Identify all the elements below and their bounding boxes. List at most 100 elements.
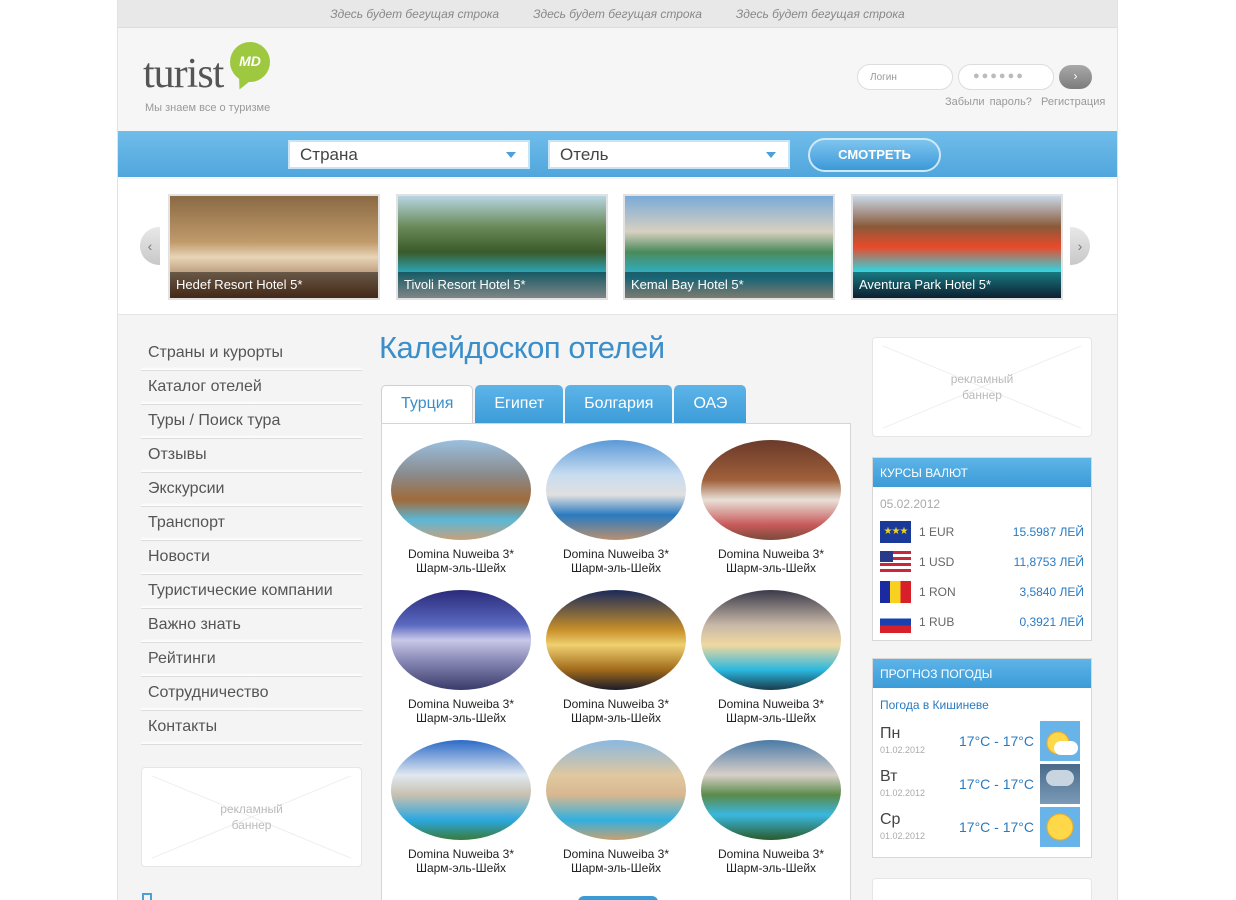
forgot-password-link[interactable]: Забыли пароль? [945, 96, 1032, 108]
slide[interactable]: Hedef Resort Hotel 5* [168, 194, 380, 300]
weather-widget: Прогноз погоды Погода в Кишиневе Пн 01.0… [872, 658, 1092, 858]
hotel-photo [546, 740, 686, 840]
currency-row: 1 RUB 0,3921 ЛЕЙ [880, 611, 1084, 633]
weather-row: Ср 01.02.2012 17°C - 17°C [880, 807, 1084, 849]
ticker-item[interactable]: Здесь будет бегущая строка [330, 7, 499, 21]
currency-widget: Курсы валют 05.02.2012 ★★★ 1 EUR 15.5987… [872, 457, 1092, 641]
tab-uae[interactable]: ОАЭ [674, 385, 747, 424]
sidebar-item-contacts[interactable]: Контакты [141, 711, 362, 745]
ru-flag-icon [880, 611, 911, 633]
hotel-name: Domina Nuweiba 3* [562, 697, 670, 711]
hotel-photo [391, 590, 531, 690]
tab-egypt[interactable]: Египет [475, 385, 564, 424]
hotel-card[interactable]: Domina Nuweiba 3* Шарм-эль-Шейх [391, 590, 531, 725]
hotel-card[interactable]: Domina Nuweiba 3* Шарм-эль-Шейх [701, 740, 841, 875]
weather-row: Вт 01.02.2012 17°C - 17°C [880, 764, 1084, 806]
hotel-photo [391, 440, 531, 540]
hotel-city: Шарм-эль-Шейх [725, 711, 817, 725]
page-title: Калейдоскоп отелей [379, 330, 665, 365]
weather-date: 01.02.2012 [880, 745, 926, 755]
hotel-card[interactable]: Domina Nuweiba 3* Шарм-эль-Шейх [546, 590, 686, 725]
slider-next-button[interactable]: › [1070, 227, 1090, 265]
hotel-select[interactable]: Отель [548, 140, 790, 169]
auth-links: Забыли пароль? Регистрация [941, 96, 1105, 108]
sidebar-item-cooperation[interactable]: Сотрудничество [141, 677, 362, 711]
slider-prev-button[interactable]: ‹ [140, 227, 160, 265]
tab-turkey[interactable]: Турция [381, 385, 474, 424]
currency-row: 1 RON 3,5840 ЛЕЙ [880, 581, 1084, 603]
hotel-select-value: Отель [560, 145, 609, 164]
sidebar-item-important[interactable]: Важно знать [141, 609, 362, 643]
weather-row: Пн 01.02.2012 17°C - 17°C [880, 721, 1084, 763]
currency-code: 1 RON [919, 585, 956, 599]
country-select[interactable]: Страна [288, 140, 530, 169]
currency-date: 05.02.2012 [880, 497, 941, 511]
weather-city-link[interactable]: Погода в Кишиневе [873, 688, 1091, 712]
show-button[interactable]: СМОТРЕТЬ [808, 138, 941, 172]
slide[interactable]: Kemal Bay Hotel 5* [623, 194, 835, 300]
weather-day: Пн [880, 725, 901, 742]
tab-bulgaria[interactable]: Болгария [565, 385, 673, 424]
ticker-item[interactable]: Здесь будет бегущая строка [533, 7, 702, 21]
sidebar-item-tours[interactable]: Туры / Поиск тура [141, 405, 362, 439]
sidebar-item-ratings[interactable]: Рейтинги [141, 643, 362, 677]
hotel-name: Domina Nuweiba 3* [562, 547, 670, 561]
slide-caption: Kemal Bay Hotel 5* [625, 272, 833, 298]
hotel-photo [701, 440, 841, 540]
hotel-photo [391, 740, 531, 840]
sidebar-item-companies[interactable]: Туристические компании [141, 575, 362, 609]
hotel-name: Domina Nuweiba 3* [407, 547, 515, 561]
login-input[interactable]: Логин [857, 64, 953, 90]
country-tabs: Турция Египет Болгария ОАЭ [381, 385, 748, 424]
ad-banner[interactable]: рекламный баннер [872, 337, 1092, 437]
currency-code: 1 RUB [919, 615, 955, 629]
chevron-down-icon [506, 152, 516, 158]
sidebar-item-news[interactable]: Новости [141, 541, 362, 575]
hotel-name: Domina Nuweiba 3* [717, 697, 825, 711]
list-icon [142, 893, 152, 900]
sidebar-nav: Страны и курорты Каталог отелей Туры / П… [141, 337, 362, 745]
sidebar-item-countries[interactable]: Страны и курорты [141, 337, 362, 371]
sidebar-item-hotel-catalog[interactable]: Каталог отелей [141, 371, 362, 405]
hotel-card[interactable]: Domina Nuweiba 3* Шарм-эль-Шейх [701, 590, 841, 725]
sidebar-item-reviews[interactable]: Отзывы [141, 439, 362, 473]
weather-date: 01.02.2012 [880, 788, 926, 798]
banner-label: рекламный баннер [950, 372, 1014, 402]
ticker-item[interactable]: Здесь будет бегущая строка [736, 7, 905, 21]
weather-temp: 17°C - 17°C [959, 733, 1035, 749]
slide-caption: Tivoli Resort Hotel 5* [398, 272, 606, 298]
logo-word: turist [143, 51, 224, 97]
page: Здесь будет бегущая строка Здесь будет б… [117, 0, 1118, 900]
chevron-down-icon [766, 152, 776, 158]
sidebar-item-transport[interactable]: Транспорт [141, 507, 362, 541]
sidebar-item-excursions[interactable]: Экскурсии [141, 473, 362, 507]
hotel-grid: Domina Nuweiba 3* Шарм-эль-Шейх Domina N… [381, 423, 851, 900]
currency-value: 3,5840 ЛЕЙ [1019, 585, 1084, 599]
ad-banner[interactable]: рекламный баннер [141, 767, 362, 867]
ad-banner[interactable] [872, 878, 1092, 900]
currency-value: 0,3921 ЛЕЙ [1019, 615, 1084, 629]
weather-day: Ср [880, 811, 901, 828]
hotel-card[interactable]: Domina Nuweiba 3* Шарм-эль-Шейх [701, 440, 841, 575]
hotel-card[interactable]: Domina Nuweiba 3* Шарм-эль-Шейх [546, 440, 686, 575]
hotel-name: Domina Nuweiba 3* [717, 847, 825, 861]
hotel-photo [546, 590, 686, 690]
slide[interactable]: Tivoli Resort Hotel 5* [396, 194, 608, 300]
hotel-photo [701, 740, 841, 840]
header: turist MD Мы знаем все о туризме Логин ●… [118, 28, 1117, 131]
password-input[interactable]: ●●●●●● [958, 64, 1054, 90]
hotel-city: Шарм-эль-Шейх [415, 861, 507, 875]
eu-flag-icon: ★★★ [880, 521, 911, 543]
hotel-card[interactable]: Domina Nuweiba 3* Шарм-эль-Шейх [546, 740, 686, 875]
partly-cloudy-icon [1040, 721, 1080, 761]
register-link[interactable]: Регистрация [1041, 96, 1105, 108]
more-button[interactable] [578, 896, 658, 900]
login-submit-button[interactable]: › [1059, 65, 1092, 89]
news-ticker: Здесь будет бегущая строка Здесь будет б… [118, 0, 1117, 28]
currency-code: 1 EUR [919, 525, 955, 539]
slide-caption: Hedef Resort Hotel 5* [170, 272, 378, 298]
slide[interactable]: Aventura Park Hotel 5* [851, 194, 1063, 300]
hotel-card[interactable]: Domina Nuweiba 3* Шарм-эль-Шейх [391, 440, 531, 575]
hotel-card[interactable]: Domina Nuweiba 3* Шарм-эль-Шейх [391, 740, 531, 875]
weather-title: Прогноз погоды [873, 659, 1091, 688]
